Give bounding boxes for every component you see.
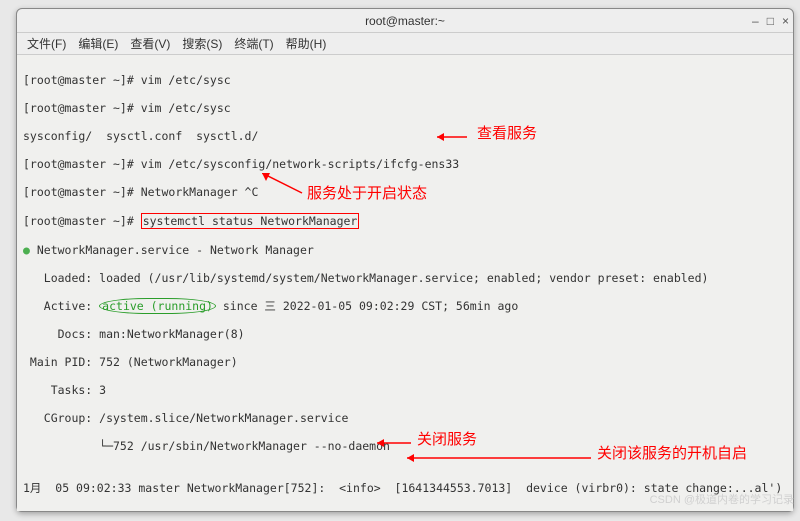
menu-help[interactable]: 帮助(H)	[280, 33, 333, 54]
menu-view[interactable]: 查看(V)	[124, 33, 176, 54]
term-line: Active: active (running) since 三 2022-01…	[23, 299, 787, 313]
window-controls: – □ ×	[752, 14, 789, 28]
term-line: [root@master ~]# vim /etc/sysc	[23, 73, 787, 87]
term-line: sysconfig/ sysctl.conf sysctl.d/	[23, 129, 787, 143]
active-running-oval: active (running)	[99, 298, 216, 314]
titlebar[interactable]: root@master:~ – □ ×	[17, 9, 793, 33]
menu-edit[interactable]: 编辑(E)	[72, 33, 124, 54]
arrow-stop-icon	[377, 437, 417, 449]
status-dot-icon: ●	[23, 243, 30, 257]
prompt: [root@master ~]#	[23, 214, 141, 228]
minimize-button[interactable]: –	[752, 14, 759, 28]
menu-terminal[interactable]: 终端(T)	[228, 33, 279, 54]
log-line: 1月 05 09:02:33 master NetworkManager[752…	[23, 509, 787, 511]
term-line: Main PID: 752 (NetworkManager)	[23, 355, 787, 369]
arrow-icon	[437, 130, 477, 144]
close-button[interactable]: ×	[782, 14, 789, 28]
term-line: CGroup: /system.slice/NetworkManager.ser…	[23, 411, 787, 425]
menu-search[interactable]: 搜索(S)	[176, 33, 228, 54]
since-text: since 三 2022-01-05 09:02:29 CST; 56min a…	[216, 299, 518, 313]
term-line: [root@master ~]# systemctl status Networ…	[23, 213, 787, 229]
log-line: 1月 05 09:02:33 master NetworkManager[752…	[23, 481, 787, 495]
annotation-view-service-text: 查看服务	[477, 127, 537, 141]
terminal-window: root@master:~ – □ × 文件(F) 编辑(E) 查看(V) 搜索…	[16, 8, 794, 512]
menubar: 文件(F) 编辑(E) 查看(V) 搜索(S) 终端(T) 帮助(H)	[17, 33, 793, 55]
window-title: root@master:~	[365, 14, 445, 28]
term-line: [root@master ~]# vim /etc/sysconfig/netw…	[23, 157, 787, 171]
term-line: Loaded: loaded (/usr/lib/systemd/system/…	[23, 271, 787, 285]
term-line: Docs: man:NetworkManager(8)	[23, 327, 787, 341]
arrow-disable-icon	[407, 452, 597, 464]
annotation-running-text: 服务处于开启状态	[307, 187, 427, 201]
terminal-body[interactable]: [root@master ~]# vim /etc/sysc [root@mas…	[17, 55, 793, 511]
maximize-button[interactable]: □	[767, 14, 774, 28]
service-name: NetworkManager.service - Network Manager	[30, 243, 314, 257]
active-label: Active:	[23, 299, 99, 313]
annotation-stop-text: 关闭服务	[417, 433, 477, 447]
arrow-running-icon	[262, 173, 312, 198]
annotation-disable-text: 关闭该服务的开机自启	[597, 447, 747, 461]
term-line: Tasks: 3	[23, 383, 787, 397]
annotation-view-service	[437, 130, 477, 144]
cmd-status: systemctl status NetworkManager	[141, 213, 360, 229]
term-line: [root@master ~]# vim /etc/sysc	[23, 101, 787, 115]
menu-file[interactable]: 文件(F)	[21, 33, 72, 54]
term-line: ● NetworkManager.service - Network Manag…	[23, 243, 787, 257]
